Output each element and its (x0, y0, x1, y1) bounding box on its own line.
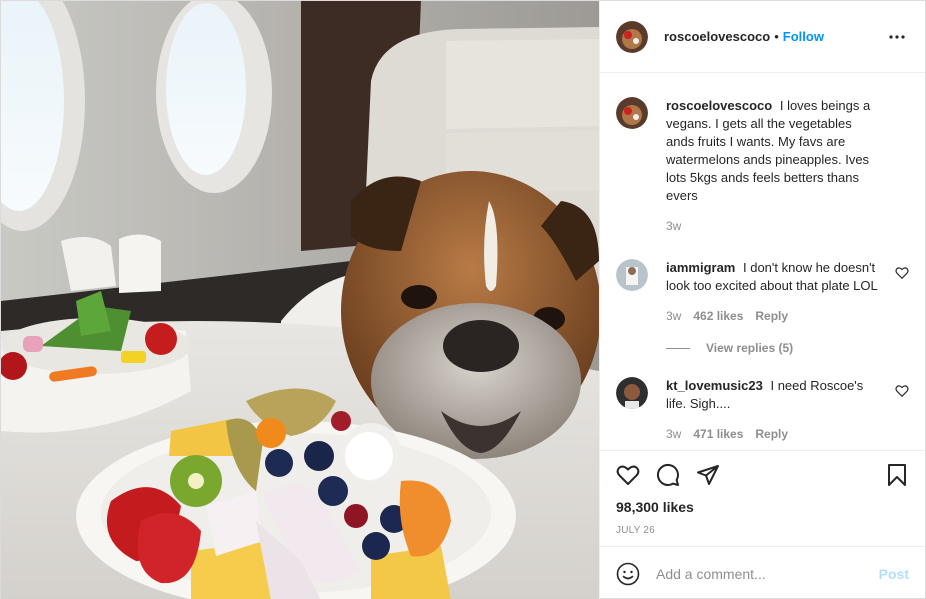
caption-body: roscoelovescoco I loves beings a vegans.… (666, 97, 909, 233)
comment-item: iammigram I don't know he doesn't look t… (616, 259, 909, 323)
comment-item: kt_lovemusic23 I need Roscoe's life. Sig… (616, 377, 909, 441)
caption-text-block: roscoelovescoco I loves beings a vegans.… (666, 97, 879, 205)
caption-text: I loves beings a vegans. I gets all the … (666, 98, 871, 203)
follow-button[interactable]: Follow (783, 29, 824, 44)
instagram-post: roscoelovescoco • Follow roscoelovescoco… (0, 0, 926, 599)
post-caption: roscoelovescoco I loves beings a vegans.… (616, 97, 909, 233)
comment-body: iammigram I don't know he doesn't look t… (666, 259, 909, 323)
comment-heart-icon[interactable] (895, 384, 909, 398)
comment-text-block: iammigram I don't know he doesn't look t… (666, 259, 879, 295)
comment-icon[interactable] (656, 463, 680, 487)
post-header: roscoelovescoco • Follow (600, 1, 925, 73)
author-avatar[interactable] (616, 20, 648, 53)
comment-text-block: kt_lovemusic23 I need Roscoe's life. Sig… (666, 377, 879, 413)
comment-time[interactable]: 3w (666, 427, 681, 441)
separator-dot: • (774, 29, 779, 44)
caption-time[interactable]: 3w (666, 219, 681, 233)
more-horizontal-icon[interactable] (885, 25, 909, 49)
comment-meta: 3w 471 likes Reply (666, 427, 879, 441)
comment-time[interactable]: 3w (666, 309, 681, 323)
post-comment-button[interactable]: Post (879, 566, 909, 582)
caption-username[interactable]: roscoelovescoco (666, 98, 772, 113)
commenter-avatar[interactable] (616, 259, 648, 291)
caption-meta: 3w (666, 219, 879, 233)
comment-meta: 3w 462 likes Reply (666, 309, 879, 323)
comment-likes[interactable]: 462 likes (693, 309, 743, 323)
comment-heart-icon[interactable] (895, 266, 909, 280)
reply-button[interactable]: Reply (755, 309, 788, 323)
add-comment-bar: Post (600, 546, 925, 599)
view-replies-label: View replies (5) (706, 341, 794, 355)
comment-body: kt_lovemusic23 I need Roscoe's life. Sig… (666, 377, 909, 441)
reply-button[interactable]: Reply (755, 427, 788, 441)
likes-count[interactable]: 98,300 likes (616, 499, 909, 515)
post-date[interactable]: JULY 26 (616, 525, 909, 536)
heart-icon[interactable] (616, 463, 640, 487)
action-bar (616, 463, 909, 487)
commenter-avatar[interactable] (616, 377, 648, 409)
post-image[interactable] (1, 1, 599, 599)
comment-likes[interactable]: 471 likes (693, 427, 743, 441)
comment-username[interactable]: iammigram (666, 260, 735, 275)
comments-section: roscoelovescoco I loves beings a vegans.… (600, 73, 925, 450)
replies-line (666, 347, 690, 349)
comment-input[interactable] (656, 565, 879, 582)
caption-avatar[interactable] (616, 97, 648, 129)
post-actions-area: 98,300 likes JULY 26 (600, 450, 925, 546)
author-username[interactable]: roscoelovescoco (664, 29, 770, 44)
emoji-icon[interactable] (616, 562, 640, 586)
share-icon[interactable] (696, 463, 720, 487)
view-replies-button[interactable]: View replies (5) (666, 341, 909, 355)
bookmark-icon[interactable] (885, 463, 909, 487)
comment-username[interactable]: kt_lovemusic23 (666, 378, 763, 393)
post-details-panel: roscoelovescoco • Follow roscoelovescoco… (599, 1, 925, 599)
